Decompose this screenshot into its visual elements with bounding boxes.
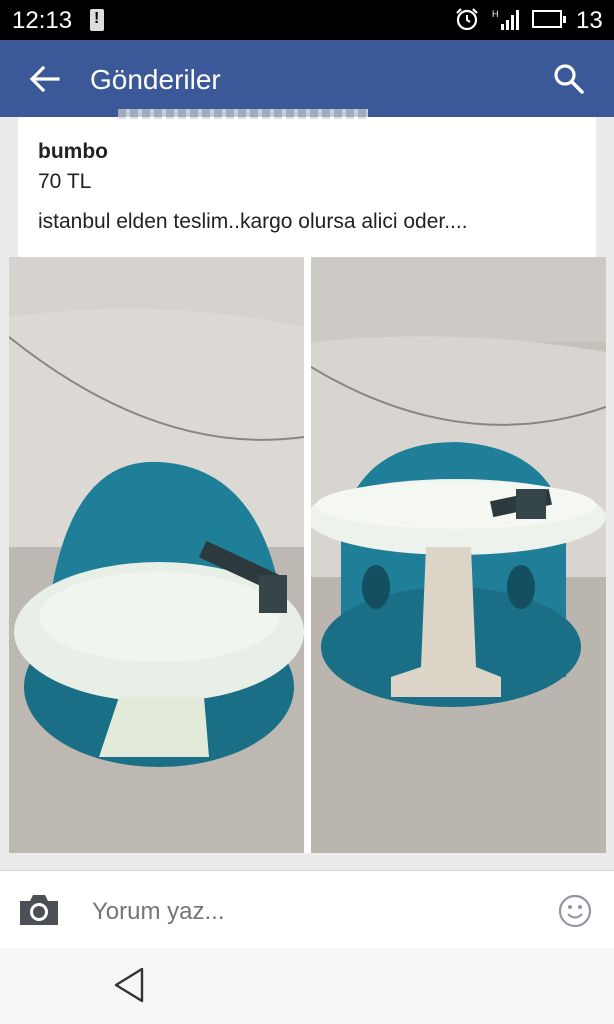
battery-alert-icon — [90, 9, 104, 31]
status-bar: 12:13 H 13 — [0, 0, 614, 40]
post-photo-2[interactable] — [311, 257, 606, 853]
arrow-left-icon[interactable] — [28, 64, 60, 94]
signal-h-icon: H — [492, 9, 519, 30]
comment-composer — [0, 870, 614, 949]
battery-icon — [532, 10, 566, 28]
clipped-previous-text — [118, 109, 368, 119]
comment-input[interactable] — [92, 897, 512, 927]
system-nav-bar — [0, 948, 614, 1024]
post-description: istanbul elden teslim..kargo olursa alic… — [38, 210, 468, 233]
photo-gallery — [9, 257, 606, 853]
search-icon[interactable] — [553, 63, 585, 95]
svg-text:H: H — [492, 9, 499, 19]
post-photo-1[interactable] — [9, 257, 304, 853]
post-item-name: bumbo — [38, 140, 108, 163]
camera-icon[interactable] — [18, 893, 60, 927]
post-card: bumbo 70 TL istanbul elden teslim..kargo… — [18, 109, 596, 265]
app-bar: Gönderiler — [0, 40, 614, 117]
battery-percent: 13 — [576, 7, 603, 34]
post-item-price: 70 TL — [38, 170, 92, 193]
triangle-back-icon[interactable] — [112, 966, 146, 1004]
page-title: Gönderiler — [90, 64, 221, 95]
status-time: 12:13 — [12, 7, 73, 34]
alarm-icon — [456, 8, 478, 31]
smiley-icon[interactable] — [558, 894, 592, 928]
